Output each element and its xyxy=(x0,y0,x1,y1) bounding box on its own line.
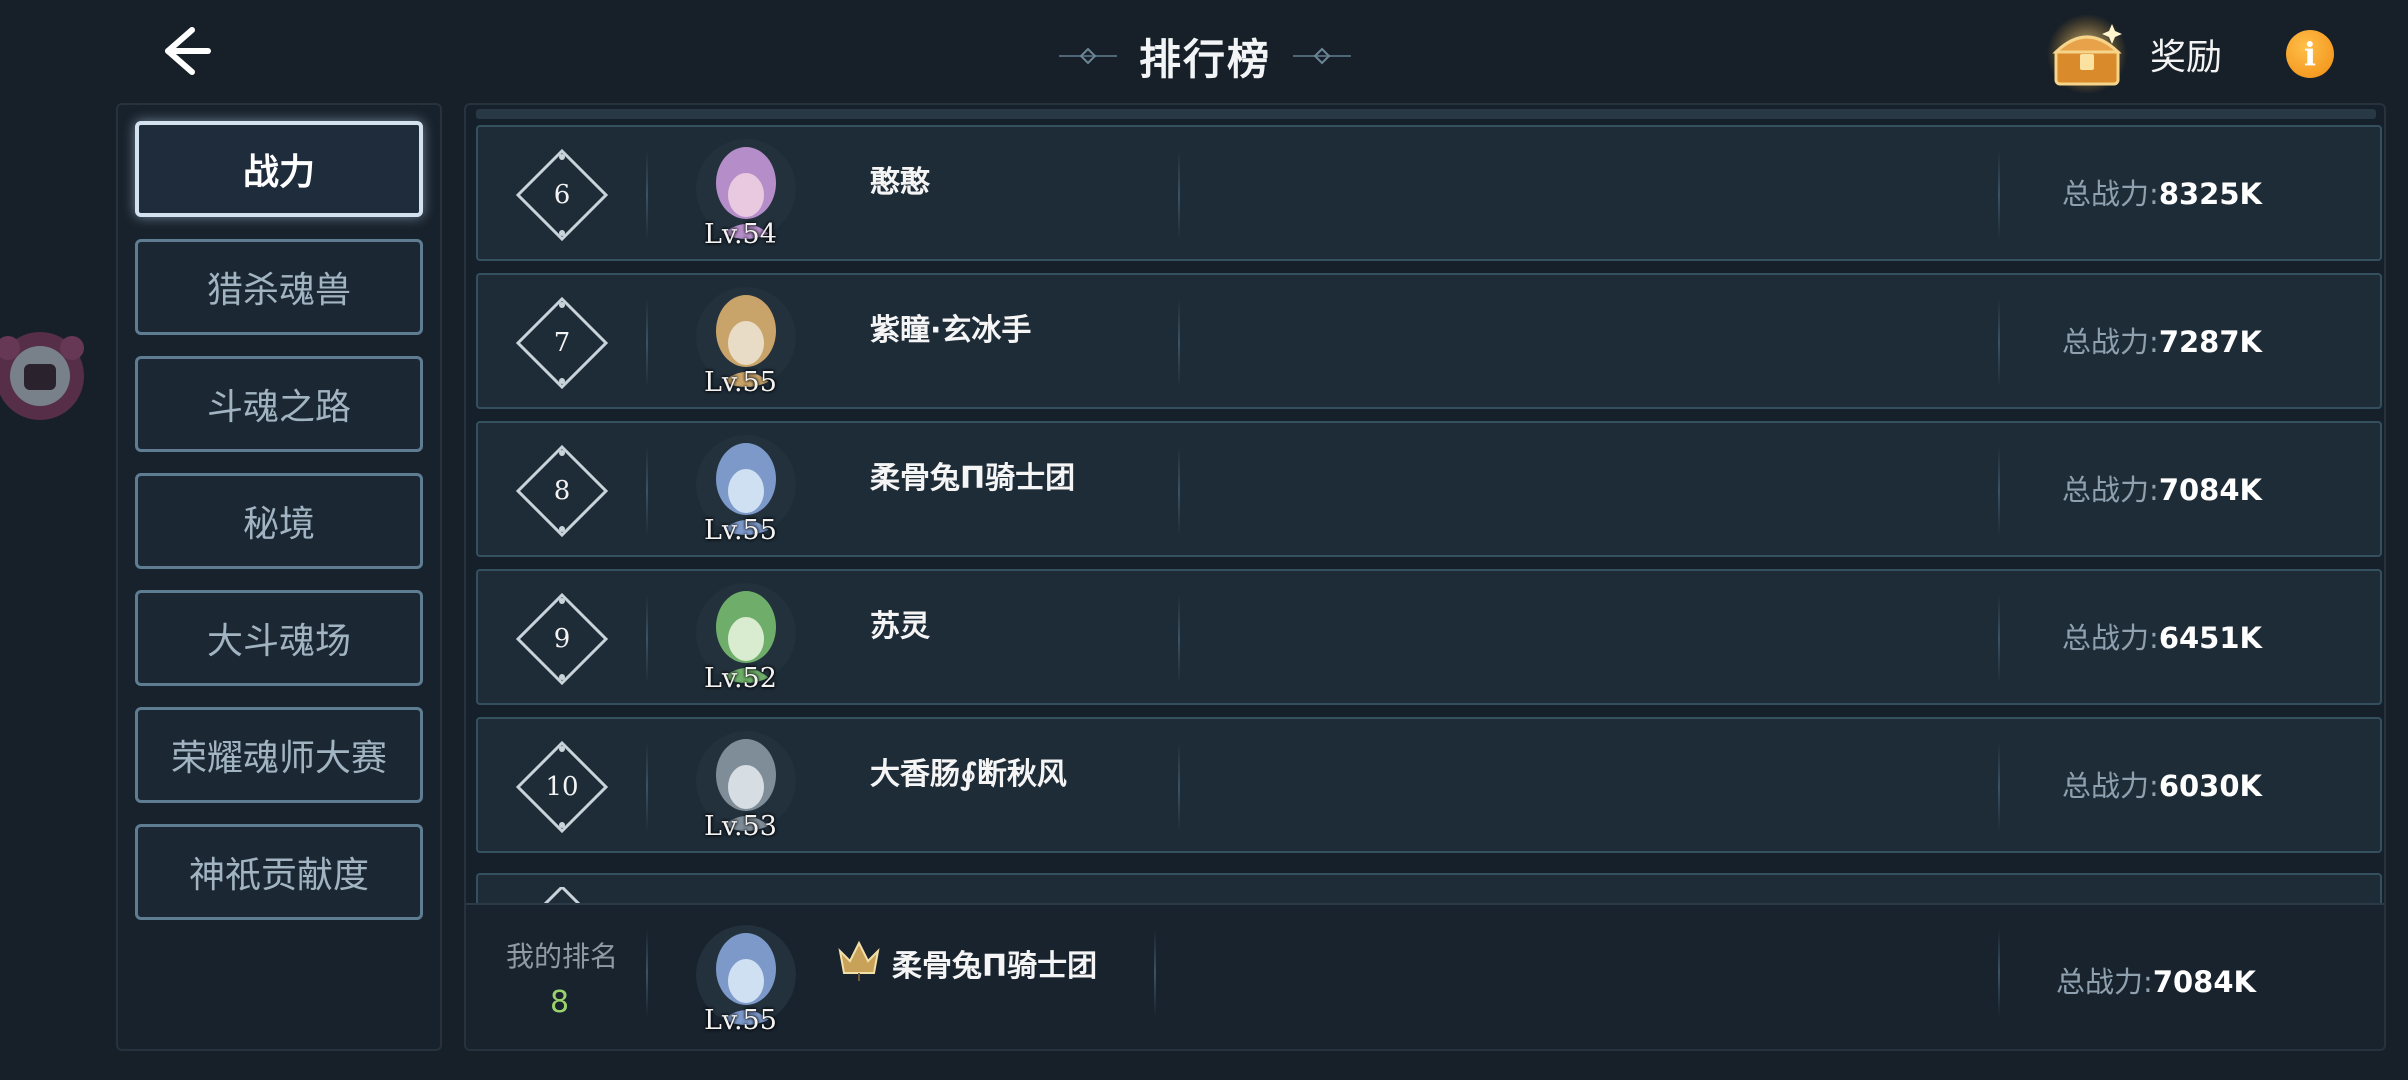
total-power: 总战力:7084K xyxy=(2056,959,2256,1001)
rank-number: 9 xyxy=(553,624,571,654)
divider xyxy=(1998,929,2000,1017)
top-bar: 排行榜 奖励 i xyxy=(0,0,2408,105)
player-name: 紫瞳·玄冰手 xyxy=(870,313,1032,348)
my-rank-label: 我的排名 xyxy=(506,940,619,973)
sidebar-item-soul-road[interactable]: 斗魂之路 xyxy=(135,356,423,452)
total-power-value: 7084K xyxy=(2152,965,2256,999)
divider xyxy=(1178,743,1180,831)
table-row[interactable]: 10 Lv.53 大香肠∮断秋风 总战力:6030K xyxy=(476,717,2382,853)
total-power: 总战力:7287K xyxy=(2062,319,2262,361)
title-right-ornament-icon xyxy=(1293,47,1351,65)
my-rank-bar: 我的排名 8 Lv.55 柔骨兔Π骑士团 总战力:7084K xyxy=(466,903,2384,1049)
divider xyxy=(1178,447,1180,535)
total-power-label: 总战力: xyxy=(2062,325,2159,359)
divider xyxy=(1998,151,2000,239)
player-level: Lv.52 xyxy=(704,663,777,694)
player-level: Lv.54 xyxy=(704,219,777,250)
rank-number: 10 xyxy=(545,772,579,802)
title-group: 排行榜 xyxy=(1030,18,1380,94)
divider xyxy=(1154,929,1156,1017)
sidebar-item-glory-contest[interactable]: 荣耀魂师大赛 xyxy=(135,707,423,803)
total-power-value: 6030K xyxy=(2158,769,2262,803)
player-level: Lv.55 xyxy=(704,1005,777,1036)
rank-number: 8 xyxy=(553,476,571,506)
panel-scroll-edge xyxy=(476,109,2376,119)
total-power-label: 总战力: xyxy=(2062,473,2159,507)
divider xyxy=(646,595,648,683)
total-power-label: 总战力: xyxy=(2062,621,2159,655)
player-level: Lv.55 xyxy=(704,515,777,546)
sidebar-item-secret-realm[interactable]: 秘境 xyxy=(135,473,423,569)
player-level: Lv.53 xyxy=(704,811,777,842)
player-name: 苏灵 xyxy=(870,609,930,644)
total-power-value: 7287K xyxy=(2158,325,2262,359)
my-rank-value: 8 xyxy=(550,985,570,1020)
divider xyxy=(646,929,648,1017)
rank-number: 6 xyxy=(553,180,571,210)
treasure-chest-icon xyxy=(2047,14,2127,94)
total-power-value: 6451K xyxy=(2158,621,2262,655)
table-row[interactable]: 7 Lv.55 紫瞳·玄冰手 总战力:7287K xyxy=(476,273,2382,409)
reward-label: 奖励 xyxy=(2150,37,2223,78)
sidebar-item-power[interactable]: 战力 xyxy=(135,121,423,217)
sidebar-item-arena[interactable]: 大斗魂场 xyxy=(135,590,423,686)
total-power: 总战力:6451K xyxy=(2062,615,2262,657)
total-power-label: 总战力: xyxy=(2062,177,2159,211)
info-icon[interactable]: i xyxy=(2286,30,2334,78)
player-name: 柔骨兔Π骑士团 xyxy=(870,461,1076,496)
divider xyxy=(646,151,648,239)
divider xyxy=(1998,447,2000,535)
table-row[interactable]: 8 Lv.55 柔骨兔Π骑士团 总战力:7084K xyxy=(476,421,2382,557)
category-sidebar: 战力 猎杀魂兽 斗魂之路 秘境 大斗魂场 荣耀魂师大赛 神祇贡献度 xyxy=(116,103,442,1051)
divider xyxy=(1178,299,1180,387)
total-power: 总战力:7084K xyxy=(2062,467,2262,509)
total-power-value: 8325K xyxy=(2158,177,2262,211)
divider xyxy=(1178,151,1180,239)
divider xyxy=(1998,743,2000,831)
player-name: 柔骨兔Π骑士团 xyxy=(892,949,1098,984)
total-power: 总战力:6030K xyxy=(2062,763,2262,805)
sidebar-item-hunt-beasts[interactable]: 猎杀魂兽 xyxy=(135,239,423,335)
divider xyxy=(1998,595,2000,683)
divider xyxy=(1178,595,1180,683)
total-power-label: 总战力: xyxy=(2056,965,2153,999)
table-row[interactable]: 9 Lv.52 苏灵 总战力:6451K xyxy=(476,569,2382,705)
player-name: 大香肠∮断秋风 xyxy=(870,757,1067,792)
total-power-value: 7084K xyxy=(2158,473,2262,507)
table-row[interactable]: 6 Lv.54 憨憨 总战力:8325K xyxy=(476,125,2382,261)
crown-badge-icon xyxy=(838,940,880,981)
player-level: Lv.55 xyxy=(704,367,777,398)
title-left-ornament-icon xyxy=(1058,47,1117,65)
divider xyxy=(646,743,648,831)
reward-button[interactable]: 奖励 xyxy=(2042,12,2222,96)
sidebar-item-god-contribution[interactable]: 神祇贡献度 xyxy=(135,824,423,920)
divider xyxy=(646,299,648,387)
ranking-panel: 6 Lv.54 憨憨 总战力:8325K 7 Lv.55 紫瞳·玄冰手 总战力:7287K 8 L… xyxy=(464,103,2386,1051)
page-title: 排行榜 xyxy=(1138,34,1271,84)
player-name: 憨憨 xyxy=(870,165,930,200)
rank-number: 7 xyxy=(553,328,571,358)
divider xyxy=(646,447,648,535)
floating-assistant-avatar[interactable] xyxy=(0,312,94,442)
divider xyxy=(1998,299,2000,387)
back-arrow-icon[interactable] xyxy=(150,16,220,86)
total-power: 总战力:8325K xyxy=(2062,171,2262,213)
total-power-label: 总战力: xyxy=(2062,769,2159,803)
